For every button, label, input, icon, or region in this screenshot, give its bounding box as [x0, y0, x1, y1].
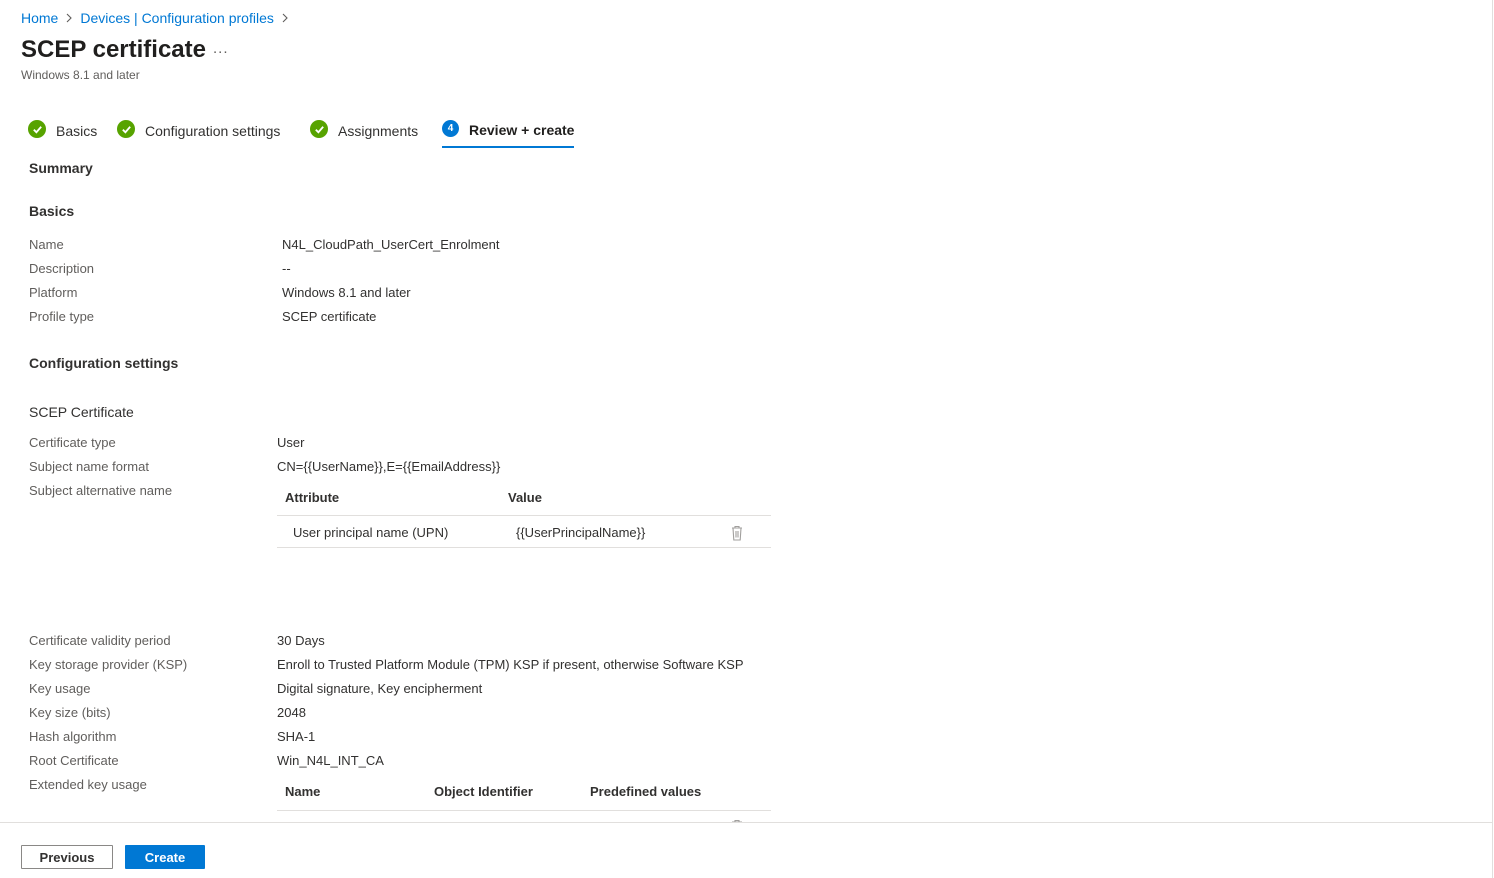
create-button[interactable]: Create — [125, 845, 205, 869]
root-certificate-label: Root Certificate — [29, 753, 119, 768]
page: Home Devices | Configuration profiles SC… — [0, 0, 1494, 878]
description-label: Description — [29, 261, 95, 276]
page-title: SCEP certificate — [21, 36, 206, 63]
hash-algorithm-label: Hash algorithm — [29, 729, 117, 744]
tab-review-create[interactable]: 4 Review + create — [442, 118, 575, 148]
name-value: N4L_CloudPath_UserCert_Enrolment — [282, 237, 500, 252]
breadcrumb-configuration-profiles[interactable]: Devices | Configuration profiles — [80, 10, 274, 26]
chevron-right-icon — [60, 9, 78, 27]
footer-bar: Previous Create — [0, 822, 1492, 878]
column-header-predefined-values: Predefined values — [590, 784, 702, 799]
tab-configuration-settings[interactable]: Configuration settings — [117, 118, 280, 148]
basics-heading: Basics — [29, 203, 75, 219]
column-header-attribute: Attribute — [285, 490, 340, 505]
subject-alternative-name-label: Subject alternative name — [29, 483, 173, 498]
column-header-value: Value — [508, 490, 542, 505]
table-divider — [277, 515, 771, 516]
name-label: Name — [29, 237, 64, 252]
more-options-button[interactable]: ... — [213, 40, 229, 57]
certificate-validity-period-label: Certificate validity period — [29, 633, 171, 648]
previous-button[interactable]: Previous — [21, 845, 113, 869]
page-subtitle: Windows 8.1 and later — [21, 68, 140, 82]
san-table: Attribute Value User principal name (UPN… — [277, 490, 771, 550]
tab-assignments[interactable]: Assignments — [310, 118, 418, 148]
profile-type-value: SCEP certificate — [282, 309, 377, 324]
tab-label: Configuration settings — [145, 123, 281, 139]
key-size-value: 2048 — [277, 705, 306, 720]
subject-name-format-label: Subject name format — [29, 459, 149, 474]
right-border — [1492, 0, 1493, 878]
step-number-badge: 4 — [442, 119, 459, 137]
hash-algorithm-value: SHA-1 — [277, 729, 316, 744]
tab-basics[interactable]: Basics — [28, 118, 97, 148]
eku-table: Name Object Identifier Predefined values — [277, 784, 771, 822]
certificate-validity-period-value: 30 Days — [277, 633, 325, 648]
certificate-type-label: Certificate type — [29, 435, 116, 450]
chevron-right-icon — [276, 9, 294, 27]
ksp-value: Enroll to Trusted Platform Module (TPM) … — [277, 657, 744, 672]
column-header-name: Name — [285, 784, 321, 799]
tab-label: Basics — [56, 123, 98, 139]
key-usage-value: Digital signature, Key encipherment — [277, 681, 483, 696]
column-header-object-identifier: Object Identifier — [434, 784, 533, 799]
certificate-type-value: User — [277, 435, 305, 450]
key-size-label: Key size (bits) — [29, 705, 111, 720]
extended-key-usage-label: Extended key usage — [29, 777, 147, 792]
breadcrumb: Home Devices | Configuration profiles — [21, 9, 296, 27]
scep-certificate-heading: SCEP Certificate — [29, 404, 134, 420]
configuration-settings-heading: Configuration settings — [29, 355, 179, 371]
platform-value: Windows 8.1 and later — [282, 285, 411, 300]
root-certificate-value: Win_N4L_INT_CA — [277, 753, 384, 768]
key-usage-label: Key usage — [29, 681, 91, 696]
tab-label: Assignments — [338, 123, 419, 139]
description-value: -- — [282, 261, 291, 276]
table-divider — [277, 810, 771, 811]
checkmark-icon — [28, 120, 46, 138]
tab-label: Review + create — [469, 122, 575, 138]
profile-type-label: Profile type — [29, 309, 95, 324]
platform-label: Platform — [29, 285, 78, 300]
subject-name-format-value: CN={{UserName}},E={{EmailAddress}} — [277, 459, 501, 474]
table-divider — [277, 547, 771, 548]
summary-heading: Summary — [29, 160, 93, 176]
trash-icon[interactable] — [729, 524, 745, 542]
ksp-label: Key storage provider (KSP) — [29, 657, 188, 672]
breadcrumb-home[interactable]: Home — [21, 10, 58, 26]
san-attribute-cell: User principal name (UPN) — [293, 525, 449, 540]
san-value-cell: {{UserPrincipalName}} — [516, 525, 646, 540]
checkmark-icon — [117, 120, 135, 138]
checkmark-icon — [310, 120, 328, 138]
